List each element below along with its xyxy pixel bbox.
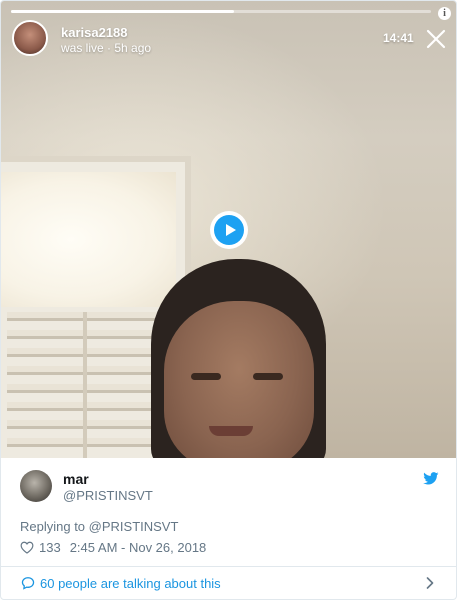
video-progress-fill (11, 10, 234, 13)
heart-icon[interactable] (20, 541, 34, 554)
replying-to-line: Replying to @PRISTINSVT (20, 519, 179, 534)
speech-bubble-icon (21, 577, 35, 590)
chevron-right-icon[interactable] (426, 577, 434, 589)
live-user-avatar[interactable] (12, 20, 48, 56)
replying-to-handle[interactable]: @PRISTINSVT (89, 519, 179, 534)
video-clock: 14:41 (383, 31, 414, 45)
close-icon[interactable] (425, 28, 447, 50)
tweet-meta-row: 133 2:45 AM - Nov 26, 2018 (20, 539, 206, 555)
play-button[interactable] (210, 211, 248, 249)
live-username: karisa2188 (61, 25, 128, 40)
author-avatar[interactable] (20, 470, 52, 502)
info-icon[interactable]: i (438, 7, 451, 20)
tweet-card: i karisa2188 was live · 5h ago 14:41 mar… (0, 0, 457, 600)
video-player[interactable]: i karisa2188 was live · 5h ago 14:41 (1, 1, 456, 458)
play-icon (226, 224, 236, 236)
tweet-timestamp[interactable]: 2:45 AM - Nov 26, 2018 (70, 540, 207, 555)
author-name[interactable]: mar (63, 471, 89, 487)
video-progress-bar[interactable] (11, 10, 431, 13)
twitter-bird-icon[interactable] (423, 472, 439, 485)
like-count: 133 (39, 539, 61, 555)
author-handle[interactable]: @PRISTINSVT (63, 488, 153, 503)
conversation-count-text[interactable]: 60 people are talking about this (40, 576, 221, 591)
live-status: was live · 5h ago (61, 41, 152, 55)
